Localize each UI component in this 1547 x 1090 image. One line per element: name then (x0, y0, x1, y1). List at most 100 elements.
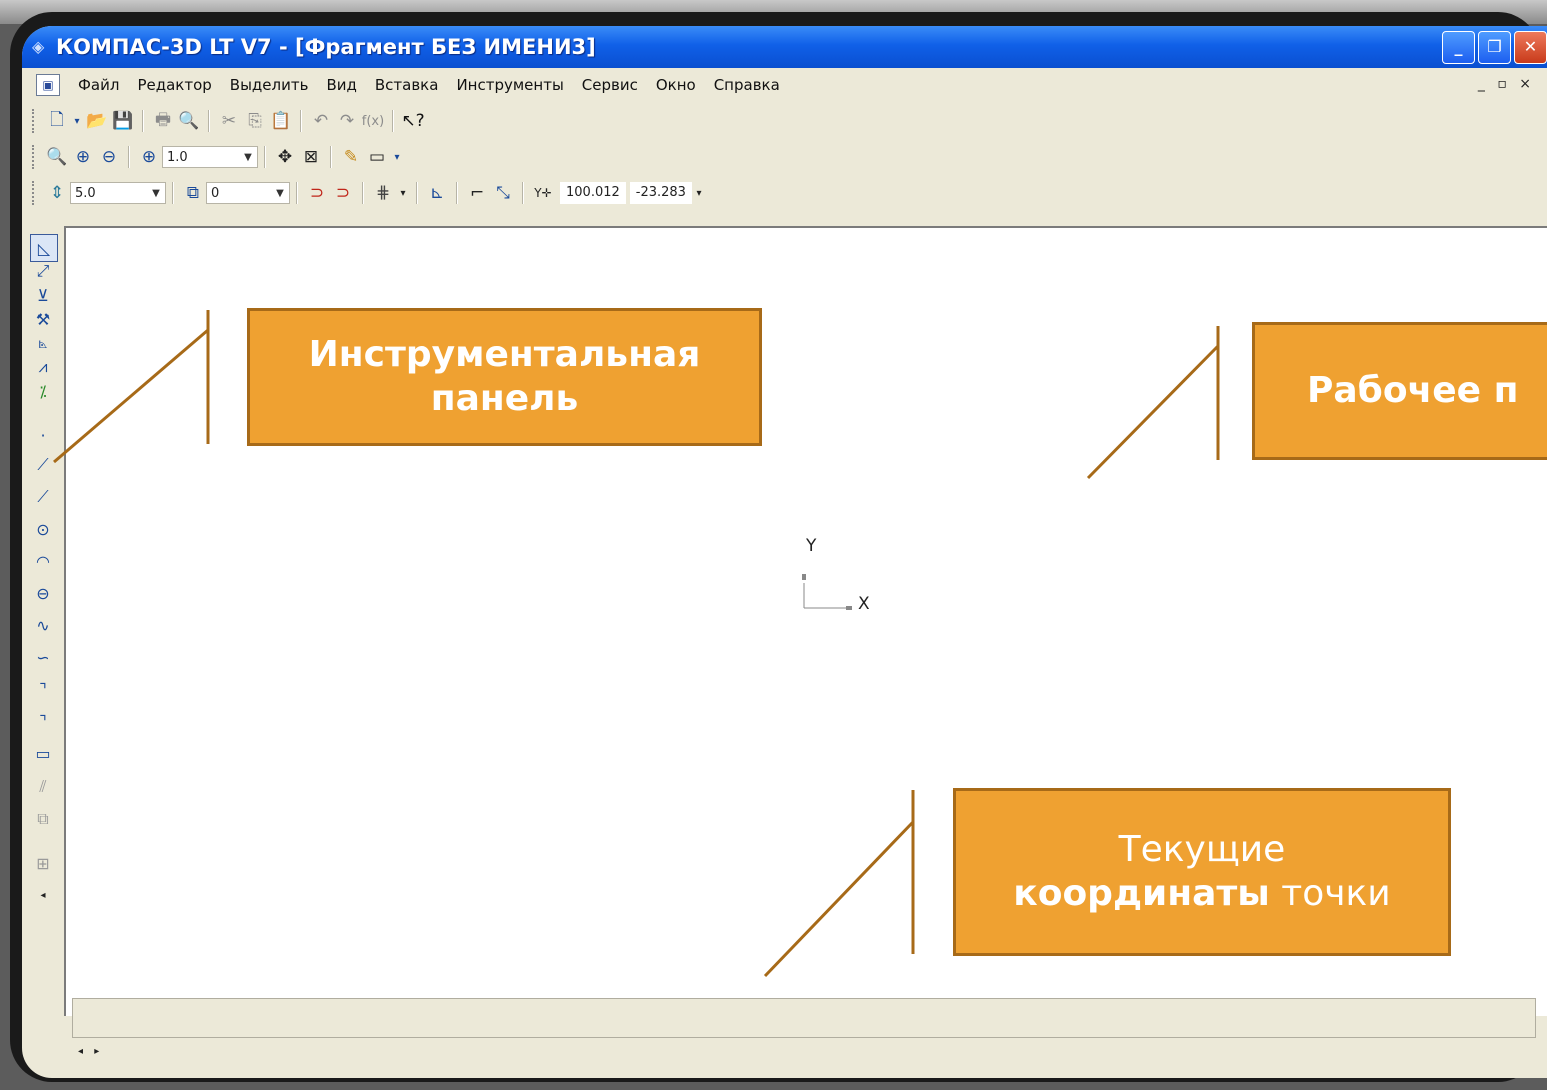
ortho-mode-icon[interactable]: ⌐ (464, 180, 490, 206)
separator (296, 182, 298, 204)
point-tool-icon[interactable]: · (30, 422, 56, 448)
zoom-scale-icon[interactable]: ⊕ (136, 144, 162, 170)
zoom-scale-value: 1.0 (167, 149, 188, 165)
separator (128, 146, 130, 168)
separator (300, 110, 302, 132)
kompas-app-icon[interactable]: ◈ (32, 38, 50, 56)
open-folder-icon[interactable]: 📂 (84, 108, 110, 134)
mdi-controls[interactable]: _ ▫ × (1478, 76, 1535, 92)
dimensions-panel-icon[interactable]: ⤢ (30, 258, 56, 284)
layer-value: 0 (211, 185, 220, 201)
cursor-step-combo[interactable]: 5.0 ▼ (70, 182, 166, 204)
chevron-down-icon[interactable]: ▼ (271, 188, 289, 199)
spline-tool-icon[interactable]: ∽ (30, 644, 56, 670)
show-all-icon[interactable]: ⊠ (298, 144, 324, 170)
zoom-in-icon[interactable]: ⊕ (70, 144, 96, 170)
menu-editor[interactable]: Редактор (137, 76, 211, 94)
menu-bar: ▣ Файл Редактор Выделить Вид Вставка Инс… (22, 70, 1547, 100)
snap-global-icon[interactable]: ⊃ (304, 180, 330, 206)
layer-combo[interactable]: 0 ▼ (206, 182, 290, 204)
arc-tool-icon[interactable]: ◠ (30, 548, 56, 574)
separator (330, 146, 332, 168)
zoom-scale-combo[interactable]: 1.0 ▼ (162, 146, 258, 168)
collect-contour-icon[interactable]: ⊞ (30, 850, 56, 876)
save-icon[interactable]: 💾 (110, 108, 136, 134)
chevron-down-icon[interactable]: ▾ (396, 180, 410, 206)
redraw-icon[interactable]: ✎ (338, 144, 364, 170)
chevron-down-icon[interactable]: ▾ (692, 180, 706, 206)
minimize-button[interactable]: _ (1442, 31, 1475, 64)
new-dropdown-icon[interactable]: ▾ (70, 108, 84, 134)
callout-coords-rest: точки (1269, 873, 1391, 914)
view-toolbar: 🔍 ⊕ ⊖ ⊕ 1.0 ▼ ✥ ⊠ ✎ ▭ ▾ (22, 140, 1547, 174)
cut-icon[interactable]: ✂ (216, 108, 242, 134)
maximize-button[interactable]: ❐ (1478, 31, 1511, 64)
chamfer-tool-icon[interactable]: ⌝ (30, 708, 56, 734)
print-preview-icon[interactable]: 🔍 (176, 108, 202, 134)
grid-icon[interactable]: ⋕ (370, 180, 396, 206)
toolbar-grip[interactable] (32, 145, 38, 169)
toolbar-grip[interactable] (32, 181, 38, 205)
circle-tool-icon[interactable]: ⊙ (30, 516, 56, 542)
measure-panel-icon[interactable]: ⩘ (30, 354, 56, 380)
chevron-down-icon[interactable]: ▼ (239, 152, 257, 163)
menu-tools[interactable]: Инструменты (456, 76, 563, 94)
separator (208, 110, 210, 132)
edit-panel-icon[interactable]: ⚒ (30, 306, 56, 332)
separator (142, 110, 144, 132)
rectangle-tool-icon[interactable]: ▭ (30, 740, 56, 766)
undo-icon[interactable]: ↶ (308, 108, 334, 134)
redo-icon[interactable]: ↷ (334, 108, 360, 134)
fillet-tool-icon[interactable]: ⌝ (30, 676, 56, 702)
cursor-step-icon[interactable]: ⇕ (44, 180, 70, 206)
pan-icon[interactable]: ✥ (272, 144, 298, 170)
current-state-toolbar: ⇕ 5.0 ▼ ⧉ 0 ▼ ⊃ ⊃ ⋕ ▾ ⊾ ⌐ ⤡ Y✛ 100.012 -… (22, 176, 1547, 210)
toolbar-grip[interactable] (32, 109, 38, 133)
context-help-icon[interactable]: ↖? (400, 108, 426, 134)
segment-tool-icon[interactable]: ⟋ (30, 484, 56, 510)
ellipse-tool-icon[interactable]: ⊖ (30, 580, 56, 606)
scroll-down-icon[interactable]: ◂ (30, 882, 56, 908)
menu-window[interactable]: Окно (656, 76, 696, 94)
status-bar (72, 998, 1536, 1038)
print-icon[interactable]: 🖶 (150, 108, 176, 134)
display-mode-icon[interactable]: ▭ (364, 144, 390, 170)
callout-toolbar-panel-line1: Инструментальная (308, 334, 701, 375)
copy-icon[interactable]: ⎘ (242, 108, 268, 134)
close-button[interactable]: ✕ (1514, 31, 1547, 64)
separator (264, 146, 266, 168)
callout-work-field-line1: Рабочее п (1307, 370, 1519, 411)
equidistant-tool-icon[interactable]: ⧉ (30, 806, 56, 832)
continuous-input-icon[interactable]: ∿ (30, 612, 56, 638)
snap-local-icon[interactable]: ⊃ (330, 180, 356, 206)
chevron-down-icon[interactable]: ▼ (147, 188, 165, 199)
menu-help[interactable]: Справка (714, 76, 780, 94)
chevron-down-icon[interactable]: ▾ (390, 144, 404, 170)
new-document-icon[interactable]: 🗋 (44, 108, 70, 134)
title-bar[interactable]: ◈ КОМПАС-3D LT V7 - [Фрагмент БЕЗ ИМЕНИ3… (22, 26, 1547, 68)
coord-y-field[interactable]: -23.283 (629, 182, 692, 204)
menu-view[interactable]: Вид (326, 76, 356, 94)
coord-x-field[interactable]: 100.012 (560, 182, 626, 204)
document-icon[interactable]: ▣ (36, 74, 60, 96)
symbols-panel-icon[interactable]: ⊻ (30, 282, 56, 308)
window-title: КОМПАС-3D LT V7 - [Фрагмент БЕЗ ИМЕНИ3] (56, 35, 596, 59)
menu-select[interactable]: Выделить (230, 76, 309, 94)
parametric-mode-icon[interactable]: ⤡ (490, 180, 516, 206)
select-panel-icon[interactable]: ⁒ (30, 378, 56, 404)
paste-icon[interactable]: 📋 (268, 108, 294, 134)
axis-y-label: Y (806, 536, 817, 556)
menu-service[interactable]: Сервис (582, 76, 638, 94)
menu-file[interactable]: Файл (78, 76, 119, 94)
panel-scroll-arrows[interactable]: ◂ ▸ (78, 1046, 103, 1057)
parametrization-panel-icon[interactable]: ⦝ (30, 330, 56, 356)
auxiliary-line-icon[interactable]: ⟋ (30, 452, 56, 478)
local-cs-icon[interactable]: ⊾ (424, 180, 450, 206)
zoom-window-icon[interactable]: 🔍 (44, 144, 70, 170)
function-icon[interactable]: f(x) (360, 108, 386, 134)
layer-icon[interactable]: ⧉ (180, 180, 206, 206)
zoom-out-icon[interactable]: ⊖ (96, 144, 122, 170)
hatch-tool-icon[interactable]: ⫽ (30, 774, 56, 800)
menu-insert[interactable]: Вставка (375, 76, 439, 94)
separator (416, 182, 418, 204)
